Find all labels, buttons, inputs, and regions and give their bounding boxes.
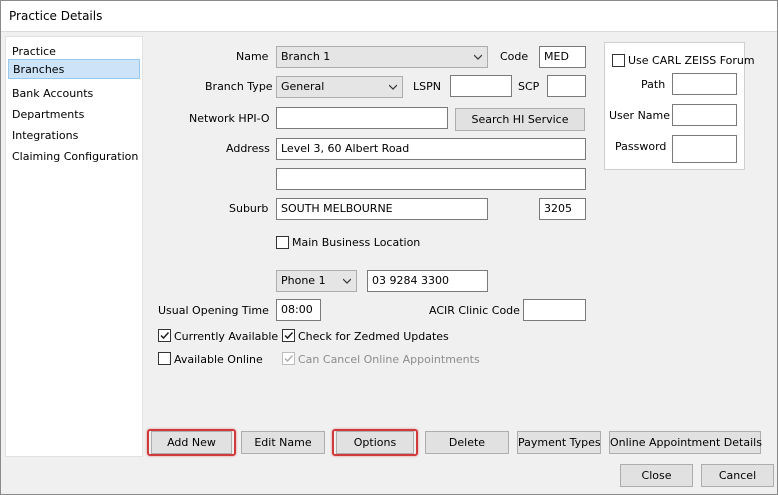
chevron-down-icon <box>474 54 482 60</box>
branch-type-value: General <box>281 80 325 93</box>
main-business-checkbox[interactable] <box>276 236 289 249</box>
checkmark-icon <box>284 354 294 363</box>
lspn-field[interactable] <box>450 75 512 97</box>
checkmark-icon <box>284 331 294 340</box>
postcode-field[interactable]: 3205 <box>539 198 586 220</box>
network-hpio-field[interactable] <box>276 107 448 129</box>
address-line2-field[interactable] <box>276 168 586 190</box>
branch-type-dropdown[interactable]: General <box>276 76 403 98</box>
practice-details-window: Practice Details Practice Branches Bank … <box>0 0 778 495</box>
options-button[interactable]: Options <box>336 431 414 454</box>
cancel-button[interactable]: Cancel <box>701 464 774 487</box>
phone-type-value: Phone 1 <box>281 274 326 287</box>
online-appointment-details-button[interactable]: Online Appointment Details <box>609 431 762 454</box>
sidebar-item-bank-accounts[interactable]: Bank Accounts <box>8 84 140 104</box>
phone-number-field[interactable]: 03 9284 3300 <box>367 270 488 292</box>
currently-available-label: Currently Available <box>174 330 279 343</box>
username-field[interactable] <box>672 104 737 126</box>
sidebar-item-integrations[interactable]: Integrations <box>8 126 140 146</box>
lspn-label: LSPN <box>413 80 441 93</box>
cancel-online-checkbox <box>282 352 295 365</box>
suburb-label: Suburb <box>229 202 269 215</box>
edit-name-button[interactable]: Edit Name <box>241 431 325 454</box>
checkmark-icon <box>160 331 170 340</box>
zedmed-updates-checkbox[interactable] <box>282 329 295 342</box>
address-line1-field[interactable]: Level 3, 60 Albert Road <box>276 138 586 160</box>
available-online-checkbox[interactable] <box>158 352 171 365</box>
search-hi-service-button[interactable]: Search HI Service <box>455 108 585 131</box>
sidebar: Practice Branches Bank Accounts Departme… <box>5 36 143 457</box>
add-new-button[interactable]: Add New <box>151 431 232 454</box>
chevron-down-icon <box>343 278 351 284</box>
name-dropdown-value: Branch 1 <box>281 50 331 63</box>
cancel-online-label: Can Cancel Online Appointments <box>298 353 480 366</box>
main-business-label: Main Business Location <box>292 236 421 249</box>
use-forum-checkbox[interactable] <box>612 54 625 67</box>
address-label: Address <box>226 142 270 155</box>
zedmed-updates-label: Check for Zedmed Updates <box>298 330 449 343</box>
opening-time-label: Usual Opening Time <box>158 304 269 317</box>
opening-time-field[interactable]: 08:00 <box>276 299 321 321</box>
path-label: Path <box>641 78 666 91</box>
password-field[interactable] <box>672 135 737 163</box>
scp-field[interactable] <box>547 75 586 97</box>
acir-clinic-code-label: ACIR Clinic Code <box>429 304 520 317</box>
sidebar-item-claiming-configuration[interactable]: Claiming Configuration <box>8 147 140 167</box>
scp-label: SCP <box>518 80 540 93</box>
currently-available-checkbox[interactable] <box>158 329 171 342</box>
window-title: Practice Details <box>9 9 103 23</box>
code-field[interactable]: MED <box>539 46 586 68</box>
title-bar: Practice Details <box>1 1 777 32</box>
payment-types-button[interactable]: Payment Types <box>517 431 601 454</box>
suburb-field[interactable]: SOUTH MELBOURNE <box>276 198 488 220</box>
phone-type-dropdown[interactable]: Phone 1 <box>276 270 357 292</box>
path-field[interactable] <box>672 73 737 95</box>
network-hpio-label: Network HPI-O <box>189 112 270 125</box>
password-label: Password <box>615 140 667 153</box>
name-label: Name <box>236 50 269 63</box>
branch-type-label: Branch Type <box>205 80 273 93</box>
delete-button[interactable]: Delete <box>425 431 509 454</box>
sidebar-item-branches[interactable]: Branches <box>8 59 140 79</box>
close-button[interactable]: Close <box>620 464 693 487</box>
username-label: User Name <box>609 109 671 122</box>
chevron-down-icon <box>389 84 397 90</box>
code-label: Code <box>500 50 529 63</box>
acir-clinic-code-field[interactable] <box>523 299 586 321</box>
sidebar-item-departments[interactable]: Departments <box>8 105 140 125</box>
available-online-label: Available Online <box>174 353 263 366</box>
name-dropdown[interactable]: Branch 1 <box>276 46 488 68</box>
use-forum-label: Use CARL ZEISS Forum <box>628 54 755 67</box>
